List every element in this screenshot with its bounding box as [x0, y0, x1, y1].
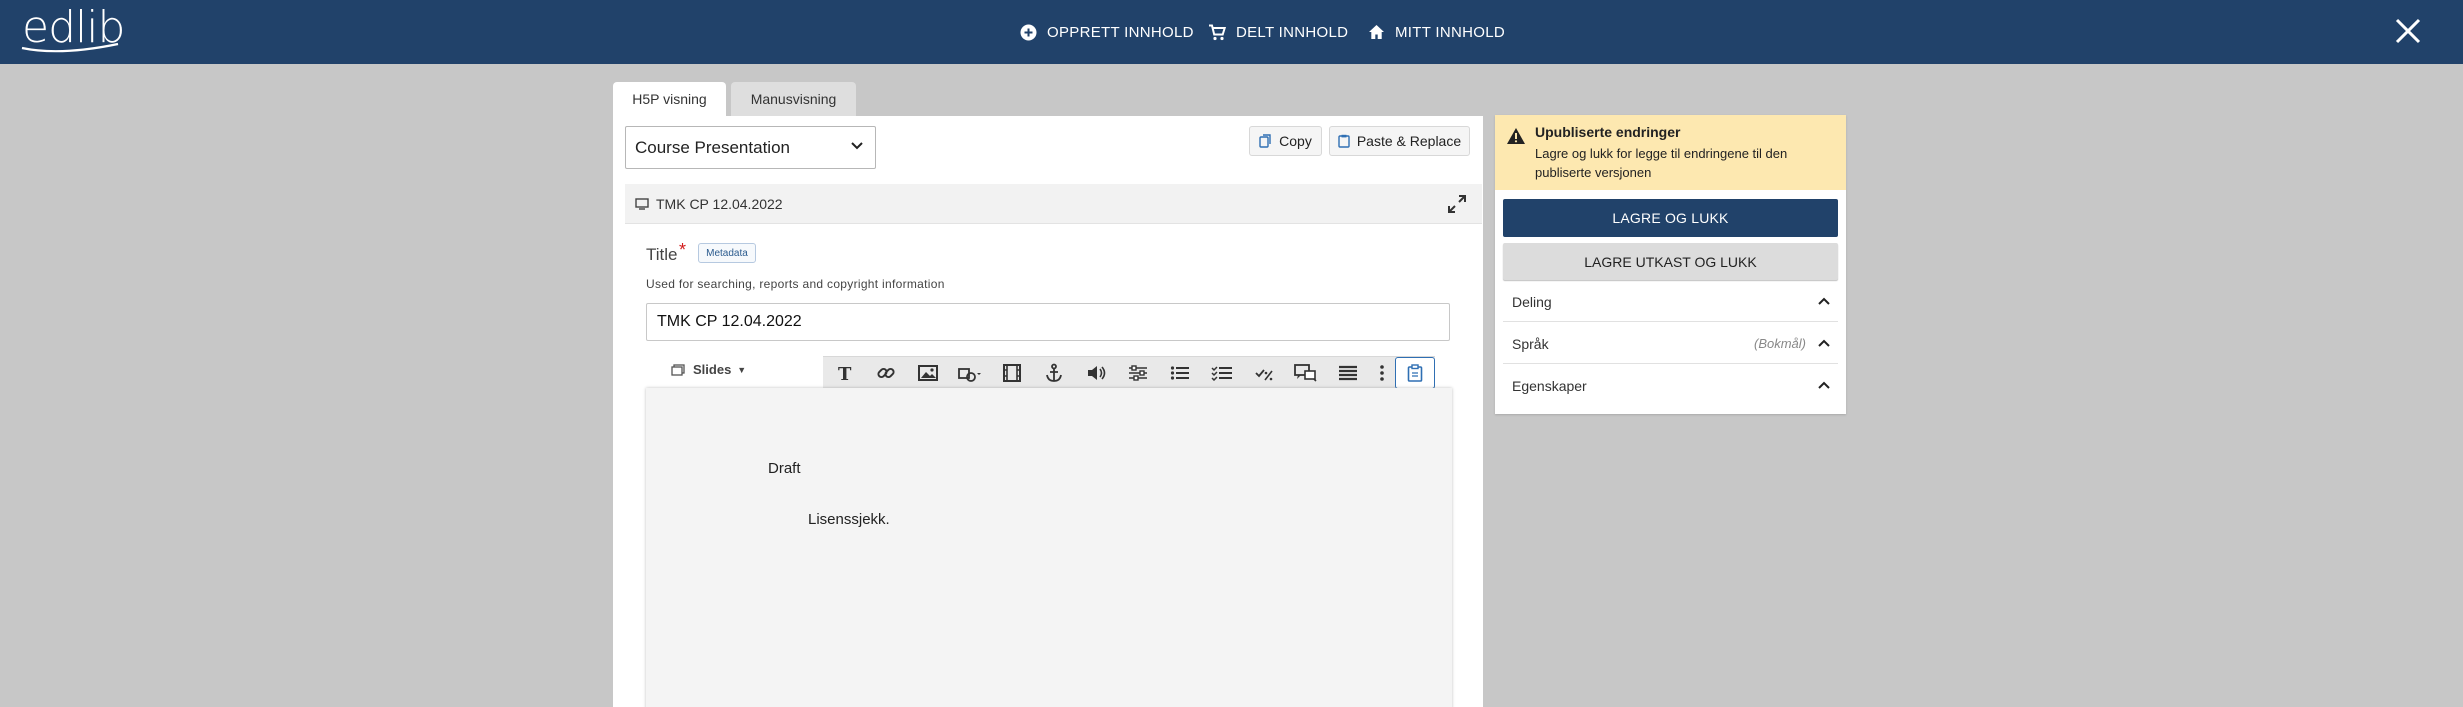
slide-text-draft[interactable]: Draft: [768, 460, 801, 477]
svg-text:T: T: [838, 364, 852, 382]
slides-label: Slides: [693, 362, 732, 377]
section-title: TMK CP 12.04.2022: [656, 195, 783, 212]
fullscreen-icon[interactable]: [1448, 195, 1466, 213]
monitor-icon: [635, 197, 649, 210]
chevron-down-icon: [851, 142, 863, 150]
nav-shared-label: DELT INNHOLD: [1236, 23, 1349, 41]
percent-icon[interactable]: [1243, 357, 1285, 389]
chevron-up-icon: [1818, 297, 1830, 305]
publish-side-panel: Upubliserte endringer Lagre og lukk for …: [1495, 115, 1846, 414]
chevron-up-icon: [1818, 339, 1830, 347]
video-icon[interactable]: [991, 357, 1033, 389]
tab-h5p-view[interactable]: H5P visning: [613, 82, 726, 116]
required-asterisk: *: [679, 240, 687, 260]
slides-icon: [671, 363, 685, 376]
accordion-sharing[interactable]: Deling: [1503, 282, 1838, 322]
accordion-language-label: Språk: [1512, 335, 1549, 352]
logo-swoosh-icon: [21, 42, 119, 53]
top-navigation-bar: edlib OPPRETT INNHOLD DELT INNHOLD MITT …: [0, 0, 2463, 64]
accordion-sharing-label: Deling: [1512, 293, 1552, 310]
caret-down-icon: ▼: [737, 364, 747, 375]
plus-circle-icon: [1020, 24, 1037, 40]
paste-replace-label: Paste & Replace: [1356, 133, 1462, 149]
nav-shared-content[interactable]: DELT INNHOLD: [1208, 0, 1348, 64]
anchor-icon[interactable]: [1033, 357, 1075, 389]
save-draft-and-close-button[interactable]: LAGRE UTKAST OG LUKK: [1503, 243, 1838, 280]
unpublished-changes-alert: Upubliserte endringer Lagre og lukk for …: [1495, 115, 1846, 190]
text-icon[interactable]: T: [823, 357, 865, 389]
nav-mine-label: MITT INNHOLD: [1395, 23, 1505, 41]
title-description: Used for searching, reports and copyrigh…: [646, 277, 945, 291]
link-icon[interactable]: [865, 357, 907, 389]
paste-icon[interactable]: [1395, 357, 1435, 389]
paste-replace-button[interactable]: Paste & Replace: [1329, 126, 1470, 156]
title-input[interactable]: TMK CP 12.04.2022: [646, 303, 1450, 341]
home-icon: [1369, 25, 1384, 39]
nav-create-label: OPPRETT INNHOLD: [1047, 23, 1194, 41]
list-icon[interactable]: [1159, 357, 1201, 389]
dialog-icon[interactable]: [1285, 357, 1327, 389]
nav-create-content[interactable]: OPPRETT INNHOLD: [1020, 0, 1194, 64]
content-type-select[interactable]: Course Presentation: [625, 126, 876, 169]
save-and-close-button[interactable]: LAGRE OG LUKK: [1503, 199, 1838, 237]
tab-manuscript-view[interactable]: Manusvisning: [731, 82, 856, 116]
close-icon[interactable]: [2394, 17, 2422, 45]
audio-icon[interactable]: [1075, 357, 1117, 389]
slide-canvas[interactable]: Draft Lisenssjekk.: [646, 388, 1452, 707]
content-toolbar: T: [823, 356, 1435, 389]
title-field-label: Title: [646, 245, 678, 264]
shapes-icon[interactable]: [949, 357, 991, 389]
table-list-icon[interactable]: [1327, 357, 1369, 389]
copy-label: Copy: [1279, 133, 1312, 149]
editor-panel: Course Presentation Copy Paste & Replace…: [613, 116, 1483, 707]
alert-title: Upubliserte endringer: [1535, 124, 1681, 140]
accordion-properties-label: Egenskaper: [1512, 378, 1587, 394]
image-icon[interactable]: [907, 357, 949, 389]
warning-icon: [1507, 128, 1525, 144]
language-value: (Bokmål): [1753, 336, 1806, 351]
copy-button[interactable]: Copy: [1249, 126, 1322, 156]
alert-text: Lagre og lukk for legge til endringene t…: [1535, 146, 1788, 180]
more-icon[interactable]: [1369, 357, 1395, 389]
slide-text-lisenssjekk[interactable]: Lisenssjekk.: [808, 511, 890, 528]
accordion-properties[interactable]: Egenskaper: [1503, 366, 1838, 406]
interactions-icon[interactable]: [1117, 357, 1159, 389]
accordion-language[interactable]: Språk (Bokmål): [1503, 324, 1838, 364]
copy-icon: [1259, 134, 1271, 148]
content-type-value: Course Presentation: [635, 137, 790, 157]
clipboard-icon: [1338, 134, 1350, 148]
presentation-section-header: TMK CP 12.04.2022: [625, 184, 1482, 224]
checklist-icon[interactable]: [1201, 357, 1243, 389]
nav-my-content[interactable]: MITT INNHOLD: [1368, 0, 1505, 64]
chevron-up-icon: [1818, 381, 1830, 389]
slides-dropdown[interactable]: Slides ▼: [671, 362, 746, 377]
cart-icon: [1209, 24, 1226, 40]
metadata-button[interactable]: Metadata: [698, 243, 756, 263]
